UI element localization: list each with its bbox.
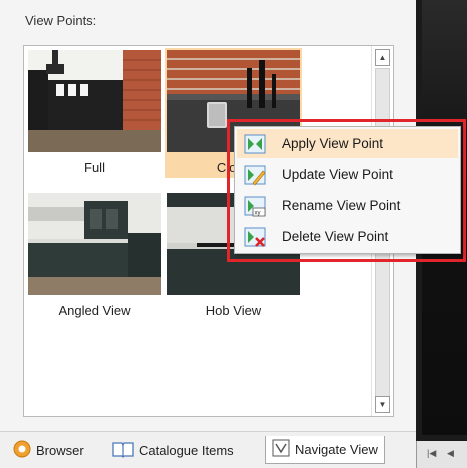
viewpoint-thumbnail (28, 193, 161, 295)
viewpoint-label: Full (84, 160, 105, 175)
tab-catalogue-items[interactable]: Catalogue Items (112, 436, 234, 464)
viewport-nav-strip: |◀ ◀ (416, 441, 467, 468)
viewpoint-tile-full[interactable]: Full (26, 48, 163, 178)
viewpoint-thumbnail (28, 50, 161, 152)
menu-item-label: Apply View Point (282, 136, 384, 151)
viewpoint-tile-angled-view[interactable]: Angled View (26, 191, 163, 321)
svg-text:xy: xy (255, 210, 261, 216)
catalogue-book-icon (112, 440, 134, 461)
menu-item-delete-view-point[interactable]: Delete View Point (237, 222, 458, 251)
delete-view-point-icon (244, 226, 266, 248)
apply-view-point-icon (244, 133, 266, 155)
browser-icon (13, 440, 31, 461)
menu-item-label: Rename View Point (282, 198, 401, 213)
menu-item-label: Delete View Point (282, 229, 389, 244)
scroll-down-button[interactable]: ▼ (375, 396, 390, 413)
menu-item-rename-view-point[interactable]: xy Rename View Point (237, 191, 458, 220)
previous-page-icon[interactable]: ◀ (447, 448, 454, 459)
scroll-up-button[interactable]: ▲ (375, 49, 390, 66)
viewpoint-context-menu: Apply View Point Update View Point xy Re… (234, 126, 461, 254)
panel-tab-bar: Browser Catalogue Items Navigate View (0, 431, 416, 468)
tab-navigate-view[interactable]: Navigate View (265, 436, 385, 464)
view-points-label: View Points: (25, 13, 97, 28)
update-view-point-icon (244, 164, 266, 186)
menu-item-apply-view-point[interactable]: Apply View Point (237, 129, 458, 158)
menu-item-update-view-point[interactable]: Update View Point (237, 160, 458, 189)
tab-browser[interactable]: Browser (13, 436, 84, 464)
tab-label: Catalogue Items (139, 442, 234, 458)
viewpoint-label: Angled View (58, 303, 131, 318)
menu-item-label: Update View Point (282, 167, 393, 182)
tab-label: Browser (36, 442, 84, 458)
viewpoint-label: Hob View (205, 303, 262, 318)
rename-view-point-icon: xy (244, 195, 266, 217)
navigate-view-icon (272, 439, 290, 460)
tab-label: Navigate View (295, 442, 378, 457)
first-page-icon[interactable]: |◀ (427, 448, 436, 459)
